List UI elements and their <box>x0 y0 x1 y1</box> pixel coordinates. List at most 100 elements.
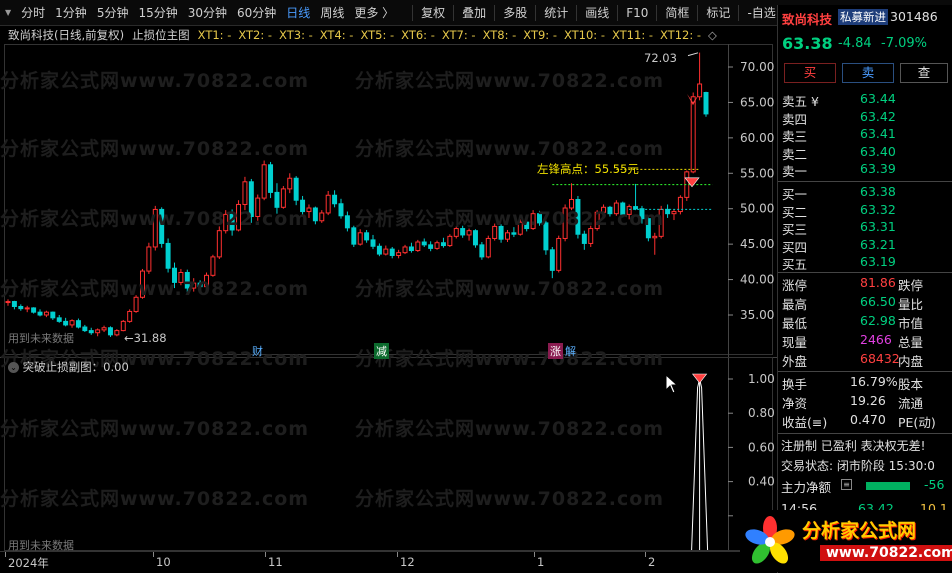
fin-row: 换手 16.79% 股本 <box>778 374 952 392</box>
flower-logo-icon <box>745 516 795 564</box>
stat-label: 涨停 <box>782 278 808 293</box>
ask-label: 卖一 <box>782 164 808 179</box>
xt-value-12: XT12: - <box>660 28 702 42</box>
watermark: 分析家公式网www.70822.com <box>355 278 665 300</box>
ask-row: 卖二 63.40 <box>778 144 952 162</box>
stat-row: 最高 66.50 量比 <box>778 294 952 312</box>
marker-finance[interactable]: 财 <box>250 343 265 359</box>
date-label: 12 <box>400 555 415 569</box>
price-change-pct: -7.09% <box>881 36 927 51</box>
bid-label: 买四 <box>782 239 808 255</box>
cursor-arrow-icon <box>665 373 679 397</box>
period-tab-2[interactable]: 5分钟 <box>92 0 134 26</box>
stat-row: 现量 2466 总量 <box>778 332 952 350</box>
date-label: 2024年 <box>8 556 49 570</box>
bid-row: 买一 63.38 <box>778 184 952 202</box>
period-tab-1[interactable]: 1分钟 <box>50 0 92 26</box>
menu-chevron-icon[interactable]: ▼ <box>0 0 16 26</box>
main-flow-label: 主力净额 <box>781 480 832 495</box>
flow-list-icon[interactable]: ≡ <box>841 479 852 490</box>
watermark: 分析家公式网www.70822.com <box>0 278 310 300</box>
tool-button-4[interactable]: 画线 <box>580 0 614 26</box>
tool-button-8[interactable]: -自选 <box>742 0 780 26</box>
trade-status-row: 交易状态: 闭市阶段 15:30:0 <box>778 457 952 475</box>
watermark-layer: 分析家公式网www.70822.com 分析家公式网www.70822.com 分析… <box>0 44 777 549</box>
ask-label: 卖四 <box>782 111 808 127</box>
tool-button-1[interactable]: 叠加 <box>457 0 491 26</box>
fin-label-right: 流通 <box>898 396 924 411</box>
bid-label: 买一 <box>782 187 808 202</box>
bid-price: 63.32 <box>860 201 896 217</box>
period-tab-0[interactable]: 分时 <box>16 0 50 26</box>
bid-label: 买五 <box>782 257 808 272</box>
low-price-value: 31.88 <box>133 331 167 345</box>
toolbar-separator <box>453 4 455 21</box>
stock-name[interactable]: 致尚科技 <box>782 9 832 28</box>
toolbar-separator <box>412 4 414 21</box>
period-tab-7[interactable]: 周线 <box>315 0 349 26</box>
date-tick <box>5 552 6 557</box>
marker-unlock[interactable]: 解 <box>563 343 578 359</box>
query-button[interactable]: 查 <box>900 63 948 83</box>
indicator-title[interactable]: 止损位主图 <box>132 27 190 43</box>
period-tab-3[interactable]: 15分钟 <box>133 0 182 26</box>
period-tab-4[interactable]: 30分钟 <box>183 0 232 26</box>
settings-diamond-icon[interactable]: ◇ <box>708 28 717 42</box>
tool-button-3[interactable]: 统计 <box>539 0 573 26</box>
stat-label-right: 量比 <box>898 297 924 312</box>
xt-values: XT1: - XT2: - XT3: - XT4: - XT5: - XT6: - XT7:… <box>198 28 717 42</box>
xt-value-11: XT11: - <box>611 28 653 42</box>
date-tick <box>397 552 398 557</box>
buy-button[interactable]: 买 <box>784 63 836 83</box>
tool-button-0[interactable]: 复权 <box>416 0 450 26</box>
tool-button-5[interactable]: F10 <box>621 0 653 26</box>
period-tab-8[interactable]: 更多 〉 <box>349 0 399 26</box>
period-tab-6[interactable]: 日线 <box>281 0 315 26</box>
date-axis: 2024年 10 11 12 1 2 <box>0 551 777 573</box>
toolbar-separator <box>576 4 578 21</box>
ask-label: 卖五 ¥ <box>782 94 819 109</box>
xt-value-3: XT3: - <box>279 28 313 42</box>
main-flow-bar <box>866 482 910 490</box>
watermark: 分析家公式网www.70822.com <box>355 208 665 230</box>
xt-value-10: XT10: - <box>563 28 605 42</box>
collapse-icon[interactable]: ⌄ <box>8 362 19 373</box>
toolbar-separator <box>617 4 619 21</box>
main-future-data-note: 用到未来数据 <box>8 332 74 345</box>
watermark: 分析家公式网www.70822.com <box>355 418 665 440</box>
price-change: -4.84 <box>838 36 872 51</box>
date-tick <box>265 552 266 557</box>
date-label: 1 <box>537 555 545 569</box>
toolbar-separator <box>494 4 496 21</box>
xt-value-9: XT9: - <box>523 28 557 42</box>
ask-label: 卖二 <box>782 146 808 162</box>
period-tab-5[interactable]: 60分钟 <box>232 0 281 26</box>
stock-title[interactable]: 致尚科技(日线,前复权) <box>8 27 124 43</box>
main-flow-value: -56 <box>924 477 945 492</box>
ask-price: 63.40 <box>860 143 896 159</box>
bid-row: 买四 63.21 <box>778 237 952 255</box>
toolbar-separator <box>738 4 740 21</box>
xt-value-8: XT8: - <box>482 28 517 42</box>
stock-tag[interactable]: 私募新进 <box>838 9 888 25</box>
tool-button-2[interactable]: 多股 <box>498 0 532 26</box>
bid-row: 买五 63.19 <box>778 254 952 272</box>
tool-button-6[interactable]: 简框 <box>660 0 694 26</box>
sell-button[interactable]: 卖 <box>842 63 894 83</box>
marker-rise[interactable]: 涨 <box>548 343 563 359</box>
xt-value-7: XT7: - <box>441 28 476 42</box>
stat-label-right: 总量 <box>898 335 924 350</box>
date-tick <box>153 552 154 557</box>
watermark: 分析家公式网www.70822.com <box>355 348 665 370</box>
stat-value: 2466 <box>860 332 892 347</box>
stat-label: 最低 <box>782 316 808 331</box>
tool-button-7[interactable]: 标记 <box>701 0 735 26</box>
watermark: 分析家公式网www.70822.com <box>355 488 665 510</box>
bid-price: 63.38 <box>860 184 896 199</box>
sub-chart-title[interactable]: ⌄ 突破止损副图：0.00 <box>8 359 129 375</box>
stat-label-right: 跌停 <box>898 278 924 293</box>
watermark: 分析家公式网www.70822.com <box>355 138 665 160</box>
quote-panel: 致尚科技 私募新进 301486 63.38 -4.84 -7.09% 买 卖 … <box>740 5 952 573</box>
ask-row: 卖四 63.42 <box>778 109 952 127</box>
marker-reduce[interactable]: 减 <box>374 343 389 359</box>
